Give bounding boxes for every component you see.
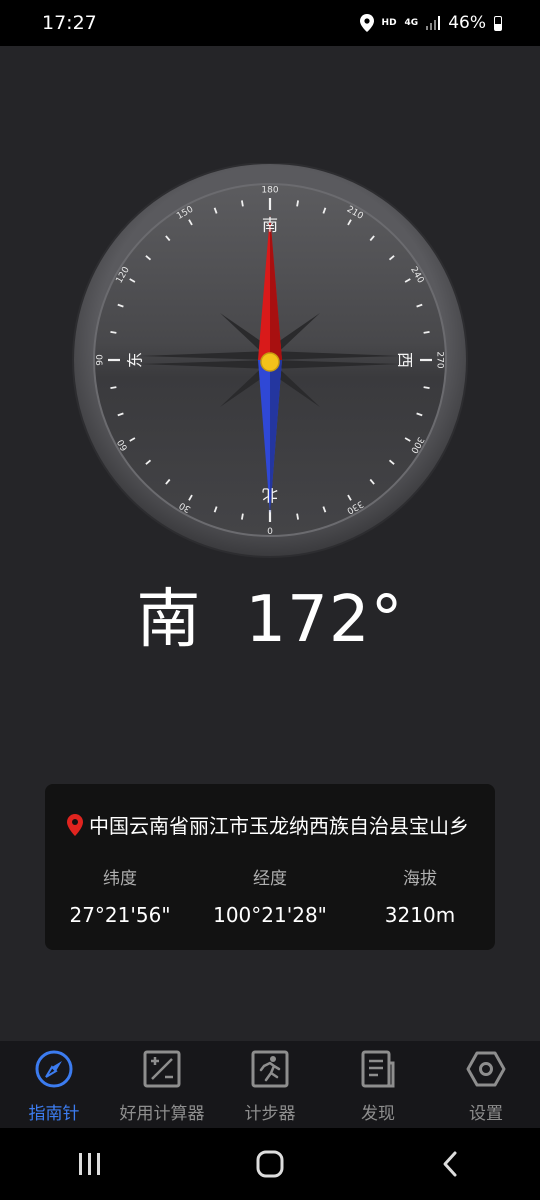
heading-degrees: 172° [245,583,404,657]
degree-label: 90 [96,354,106,366]
system-nav-bar [0,1128,540,1200]
location-pin-icon [67,813,83,836]
compass-tick [296,200,300,207]
bottom-nav: 指南针 好用计算器 计步器 发现 设置 [0,1041,540,1128]
runner-icon [251,1050,289,1088]
compass-dial: 180 210 240 270 300 330 0 30 60 90 120 150 南西北东 [70,162,470,563]
altitude-block: 海拔 3210m [345,864,495,927]
altitude-label: 海拔 [403,869,437,889]
nav-label: 发现 [361,1104,395,1124]
heading-direction: 南 [136,583,202,657]
compass-tick [423,330,430,334]
battery-icon [494,15,502,31]
battery-percent: 46% [448,13,486,33]
status-bar: 17:27 HD 4G 46% [0,0,540,46]
recent-apps-icon [79,1153,100,1175]
nav-label: 指南针 [28,1104,80,1124]
longitude-label: 经度 [253,869,287,889]
hd-indicator: HD [381,18,397,28]
longitude-value: 100°21'28" [213,903,327,927]
recent-apps-button[interactable] [60,1139,120,1189]
cardinal-top: 南 [262,216,278,235]
degree-label: 0 [267,525,273,535]
status-time: 17:27 [42,12,97,34]
compass-tick [240,513,244,520]
latitude-label: 纬度 [103,869,137,889]
latitude-value: 27°21'56" [69,903,171,927]
document-icon [361,1050,395,1088]
home-button[interactable] [240,1139,300,1189]
signal-icon [426,16,441,30]
latitude-block: 纬度 27°21'56" [45,864,195,927]
nav-label: 计步器 [244,1104,296,1124]
heading-readout: 南 172° [0,568,540,660]
degree-label: 180 [261,186,278,196]
cardinal-bottom: 北 [262,486,278,505]
back-button[interactable] [420,1139,480,1189]
back-icon [443,1151,457,1177]
nav-discover[interactable]: 发现 [324,1041,432,1128]
needle-hub [260,352,280,372]
compass-tick [423,386,430,390]
address-row: 中国云南省丽江市玉龙纳西族自治县宝山乡 [67,810,469,839]
calculator-icon [143,1050,181,1088]
altitude-value: 3210m [384,903,456,927]
degree-label: 270 [435,351,445,368]
cardinal-right: 西 [396,352,415,368]
nav-settings[interactable]: 设置 [432,1041,540,1128]
compass-graphic: 1802102402703003300306090120150 南西北东 [72,162,468,558]
longitude-block: 经度 100°21'28" [195,864,345,927]
compass-tick [240,200,244,207]
nav-label: 好用计算器 [119,1104,205,1124]
settings-hexagon-icon [466,1051,506,1087]
compass-tick [296,513,300,520]
compass-tick [110,386,117,390]
address-text: 中国云南省丽江市玉龙纳西族自治县宝山乡 [89,814,469,838]
home-icon [256,1150,284,1178]
cardinal-left: 东 [126,352,145,368]
nav-pedometer[interactable]: 计步器 [216,1041,324,1128]
location-card: 中国云南省丽江市玉龙纳西族自治县宝山乡 纬度 27°21'56" 经度 100°… [45,784,495,950]
nav-label: 设置 [469,1104,503,1124]
compass-tick [110,330,117,334]
coordinates-row: 纬度 27°21'56" 经度 100°21'28" 海拔 3210m [45,864,495,927]
location-icon [359,14,374,32]
nav-compass[interactable]: 指南针 [0,1041,108,1128]
network-type: 4G [404,18,419,28]
nav-calculator[interactable]: 好用计算器 [108,1041,216,1128]
compass-icon [35,1050,73,1088]
status-icons: HD 4G 46% [359,13,502,33]
